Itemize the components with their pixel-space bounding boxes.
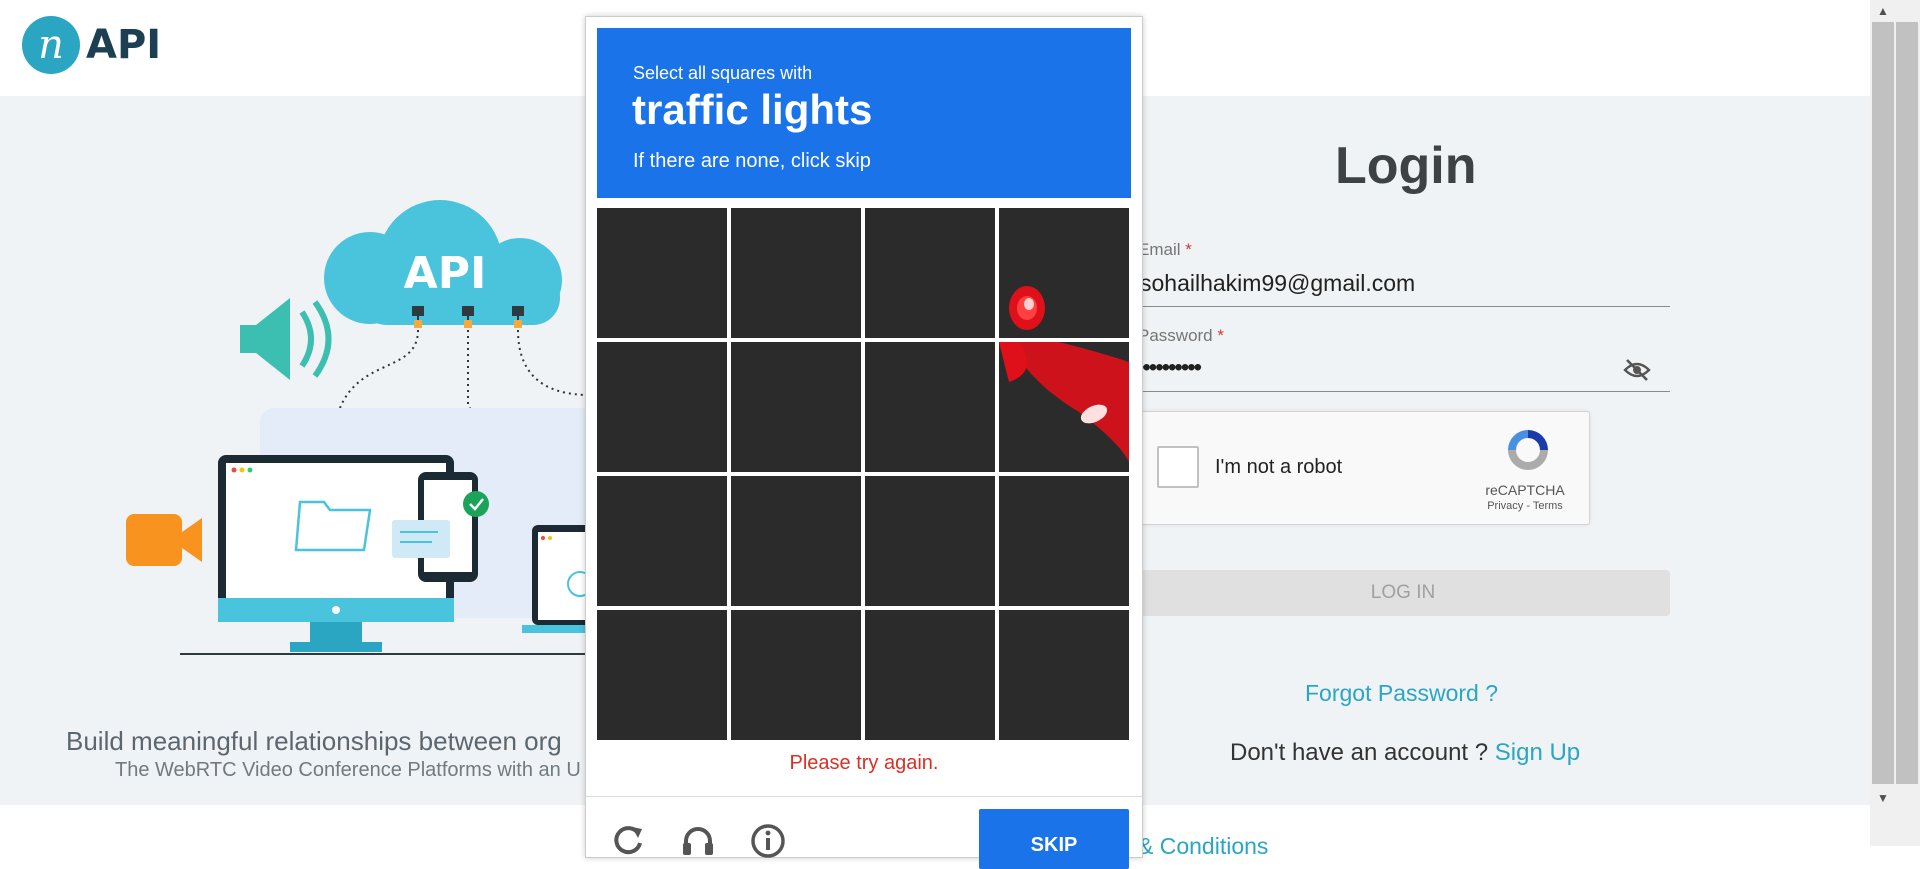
speaker-icon xyxy=(240,298,332,380)
scroll-down-arrow-icon[interactable]: ▼ xyxy=(1877,791,1889,805)
grid-tile-11[interactable] xyxy=(865,476,995,606)
challenge-divider xyxy=(586,796,1142,797)
info-icon[interactable] xyxy=(750,823,786,859)
recaptcha-links: Privacy - Terms xyxy=(1487,500,1563,512)
red-light-image xyxy=(999,342,1129,462)
grid-tile-3[interactable] xyxy=(865,208,995,338)
recaptcha-privacy-link[interactable]: Privacy xyxy=(1487,500,1523,512)
grid-tile-9[interactable] xyxy=(597,476,727,606)
grid-tile-13[interactable] xyxy=(597,610,727,740)
reload-icon[interactable] xyxy=(610,823,646,859)
brand-logo[interactable]: n API xyxy=(22,16,161,74)
password-label: Password * xyxy=(1138,326,1224,345)
grid-tile-15[interactable] xyxy=(865,610,995,740)
email-label: Email * xyxy=(1138,240,1192,259)
sign-up-link[interactable]: Sign Up xyxy=(1495,739,1580,766)
grid-tile-7[interactable] xyxy=(865,342,995,472)
grid-tile-6[interactable] xyxy=(731,342,861,472)
recaptcha-brand: reCAPTCHA xyxy=(1485,482,1565,498)
email-field[interactable]: sohailhakim99@gmail.com xyxy=(1140,270,1415,297)
hero-subtagline: The WebRTC Video Conference Platforms wi… xyxy=(115,759,581,781)
logo-mark: n xyxy=(22,16,80,74)
captcha-challenge: Select all squares with traffic lights I… xyxy=(585,16,1143,869)
challenge-header: Select all squares with traffic lights I… xyxy=(597,28,1131,198)
terms-link[interactable]: & Conditions xyxy=(1138,833,1268,860)
hero-illustration: API xyxy=(126,200,600,655)
scrollbar-thumb-secondary[interactable] xyxy=(1896,22,1918,784)
logo-text: API xyxy=(86,22,162,68)
grid-tile-16[interactable] xyxy=(999,610,1129,740)
recaptcha-logo-icon xyxy=(1508,430,1548,470)
hero-tagline: Build meaningful relationships between o… xyxy=(66,726,562,756)
recaptcha-widget: I'm not a robot reCAPTCHA Privacy - Term… xyxy=(1140,411,1590,525)
recaptcha-label: I'm not a robot xyxy=(1215,456,1343,478)
login-button[interactable]: LOG IN xyxy=(1136,570,1670,616)
grid-tile-8[interactable] xyxy=(999,342,1129,472)
email-underline xyxy=(1138,306,1670,307)
grid-tile-14[interactable] xyxy=(731,610,861,740)
login-title: Login xyxy=(1335,137,1477,195)
eye-off-icon[interactable] xyxy=(1623,358,1651,382)
grid-tile-5[interactable] xyxy=(597,342,727,472)
forgot-password-link[interactable]: Forgot Password ? xyxy=(1305,680,1498,707)
password-field[interactable]: •••••••••• xyxy=(1136,354,1202,382)
cloud-icon: API xyxy=(324,200,562,325)
grid-tile-4[interactable] xyxy=(999,208,1129,338)
cloud-label: API xyxy=(404,248,487,299)
challenge-grid xyxy=(597,208,1131,742)
no-account-text: Don't have an account ? xyxy=(1230,739,1489,766)
challenge-hint: If there are none, click skip xyxy=(633,150,871,172)
password-underline xyxy=(1138,391,1670,392)
challenge-target: traffic lights xyxy=(632,86,873,133)
challenge-instruction: Select all squares with xyxy=(633,63,813,83)
grid-tile-10[interactable] xyxy=(731,476,861,606)
scrollbar-thumb[interactable] xyxy=(1872,22,1894,784)
challenge-error: Please try again. xyxy=(789,752,939,774)
video-camera-icon xyxy=(126,514,202,566)
recaptcha-terms-link[interactable]: Terms xyxy=(1533,500,1563,512)
signup-prompt: Don't have an account ? Sign Up xyxy=(1230,739,1580,767)
grid-tile-12[interactable] xyxy=(999,476,1129,606)
grid-tile-1[interactable] xyxy=(597,208,727,338)
audio-icon[interactable] xyxy=(680,823,716,859)
red-light-image xyxy=(1009,286,1045,330)
scroll-up-arrow-icon[interactable]: ▲ xyxy=(1877,4,1889,18)
recaptcha-checkbox[interactable] xyxy=(1157,446,1199,488)
grid-tile-2[interactable] xyxy=(731,208,861,338)
skip-button[interactable]: SKIP xyxy=(979,809,1129,869)
